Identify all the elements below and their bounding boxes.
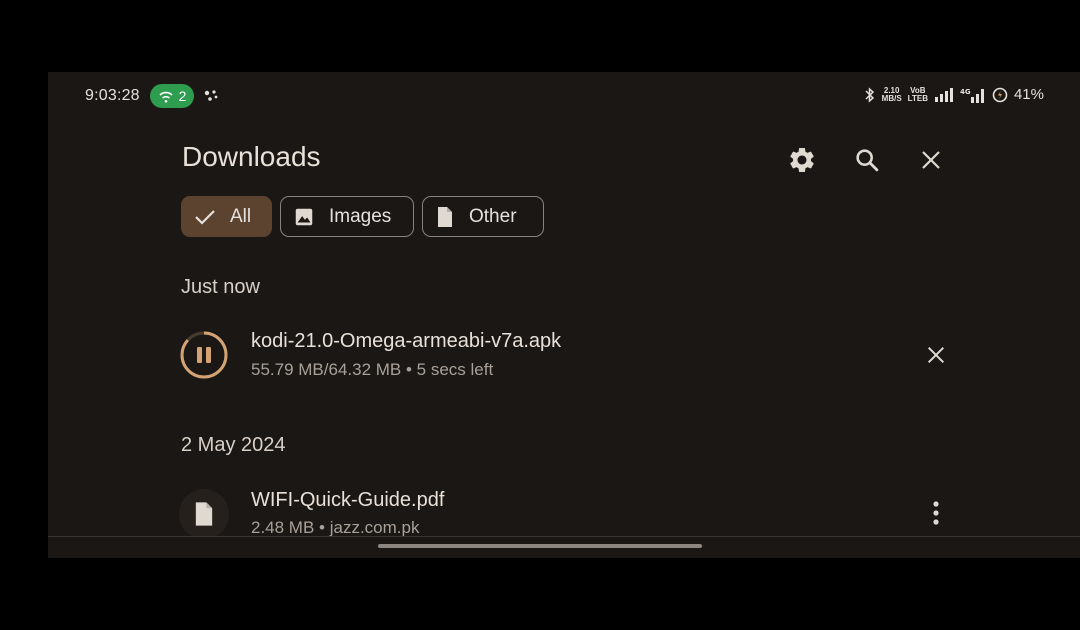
status-right-cluster: 2.10 MB/S VoB LTEB 4G 41% — [864, 86, 1044, 103]
filter-chip-other[interactable]: Other — [422, 196, 544, 237]
battery-percent: 41% — [1013, 86, 1044, 103]
settings-button[interactable] — [786, 144, 818, 176]
gesture-handle[interactable] — [378, 544, 702, 548]
network-speed-unit: MB/S — [881, 93, 902, 103]
close-icon — [922, 151, 940, 169]
gear-icon — [790, 148, 814, 172]
image-icon — [295, 208, 313, 225]
volte-bottom: LTEB — [907, 93, 928, 103]
signal-icon — [934, 87, 953, 102]
hotspot-indicator[interactable]: 2 — [150, 84, 194, 108]
search-icon — [856, 149, 879, 172]
close-button[interactable] — [915, 144, 947, 176]
close-icon — [927, 346, 945, 364]
status-time: 9:03:28 — [85, 87, 140, 104]
cancel-download-button[interactable] — [921, 340, 951, 370]
download-detail: 2.48 MB • jazz.com.pk — [251, 518, 420, 537]
signal-4g-icon: 4G — [960, 88, 984, 103]
download-filename[interactable]: WIFI-Quick-Guide.pdf — [251, 489, 444, 512]
section-heading: 2 May 2024 — [181, 434, 286, 456]
hotspot-count: 2 — [178, 88, 187, 104]
check-icon — [195, 209, 215, 225]
section-heading: Just now — [181, 276, 260, 298]
download-filename[interactable]: kodi-21.0-Omega-armeabi-v7a.apk — [251, 330, 561, 353]
file-type-icon-wrap — [179, 489, 229, 539]
document-icon — [438, 206, 452, 227]
pause-download-button[interactable] — [179, 330, 229, 380]
bluetooth-icon — [865, 86, 874, 103]
downloads-screen: 9:03:28 2 2.10 MB/S VoB LTEB 4G 41% Down… — [48, 72, 1080, 558]
document-icon — [195, 502, 213, 526]
filter-chip-label: Images — [329, 205, 392, 227]
more-vert-icon — [933, 501, 939, 525]
pause-icon — [197, 347, 211, 363]
hotspot-icon — [159, 91, 173, 103]
volte-indicator: VoB LTEB — [907, 86, 928, 103]
filter-chip-images[interactable]: Images — [280, 196, 414, 237]
page-title: Downloads — [182, 141, 321, 172]
search-button[interactable] — [851, 144, 883, 176]
filter-chip-label: Other — [469, 205, 517, 227]
network-speed: 2.10 MB/S — [881, 86, 902, 103]
download-progress-detail: 55.79 MB/64.32 MB • 5 secs left — [251, 360, 494, 379]
filter-chip-label: All — [230, 205, 252, 227]
divider — [48, 536, 1080, 537]
svg-text:4G: 4G — [960, 88, 971, 96]
filter-chip-all[interactable]: All — [181, 196, 272, 237]
battery-saver-icon — [992, 87, 1008, 102]
more-options-button[interactable] — [921, 498, 951, 528]
assistant-icon — [204, 89, 220, 108]
